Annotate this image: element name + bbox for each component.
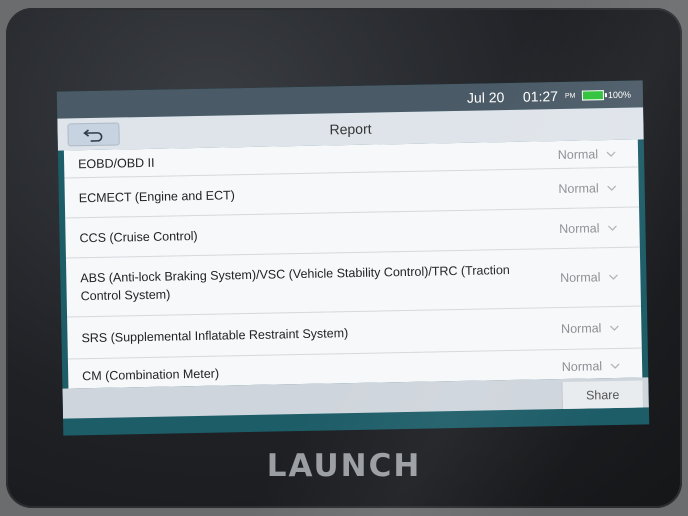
page-title: Report <box>329 120 372 138</box>
report-row-name: EOBD/OBD II <box>78 155 155 171</box>
status-ampm: PM <box>564 92 576 100</box>
report-row-name: CCS (Cruise Control) <box>79 228 198 245</box>
chevron-down-icon[interactable] <box>607 182 617 192</box>
report-row-name: SRS (Supplemental Inflatable Restraint S… <box>81 325 349 345</box>
chevron-down-icon[interactable] <box>610 360 620 370</box>
battery-percent: 100% <box>607 89 632 101</box>
chevron-down-icon[interactable] <box>607 222 617 232</box>
report-row-status: Normal <box>558 180 599 196</box>
report-row-status: Normal <box>559 220 600 236</box>
report-row-status: Normal <box>560 320 602 336</box>
report-row-name: ECMECT (Engine and ECT) <box>78 187 235 205</box>
device-screen: Jul 20 01:27 PM 100% Report EOBD/OBD II N… <box>56 80 650 436</box>
chevron-down-icon[interactable] <box>609 322 619 332</box>
share-button[interactable]: Share <box>561 380 643 410</box>
brand-logo: LAUNCH <box>266 448 422 484</box>
report-row-status: Normal <box>561 358 603 374</box>
report-row-status: Normal <box>559 270 601 286</box>
battery-icon <box>581 90 605 101</box>
chevron-down-icon[interactable] <box>608 272 618 282</box>
status-date: Jul 20 <box>466 89 505 106</box>
report-list: EOBD/OBD II Normal ECMECT (Engine and ECT)… <box>63 139 643 389</box>
status-time: 01:27 <box>522 88 559 105</box>
report-row-name: ABS (Anti-lock Braking System)/VSC (Vehi… <box>80 262 510 304</box>
chevron-down-icon[interactable] <box>606 148 616 158</box>
report-row-status: Normal <box>557 146 599 162</box>
report-row[interactable]: ABS (Anti-lock Braking System)/VSC (Vehi… <box>65 247 641 318</box>
